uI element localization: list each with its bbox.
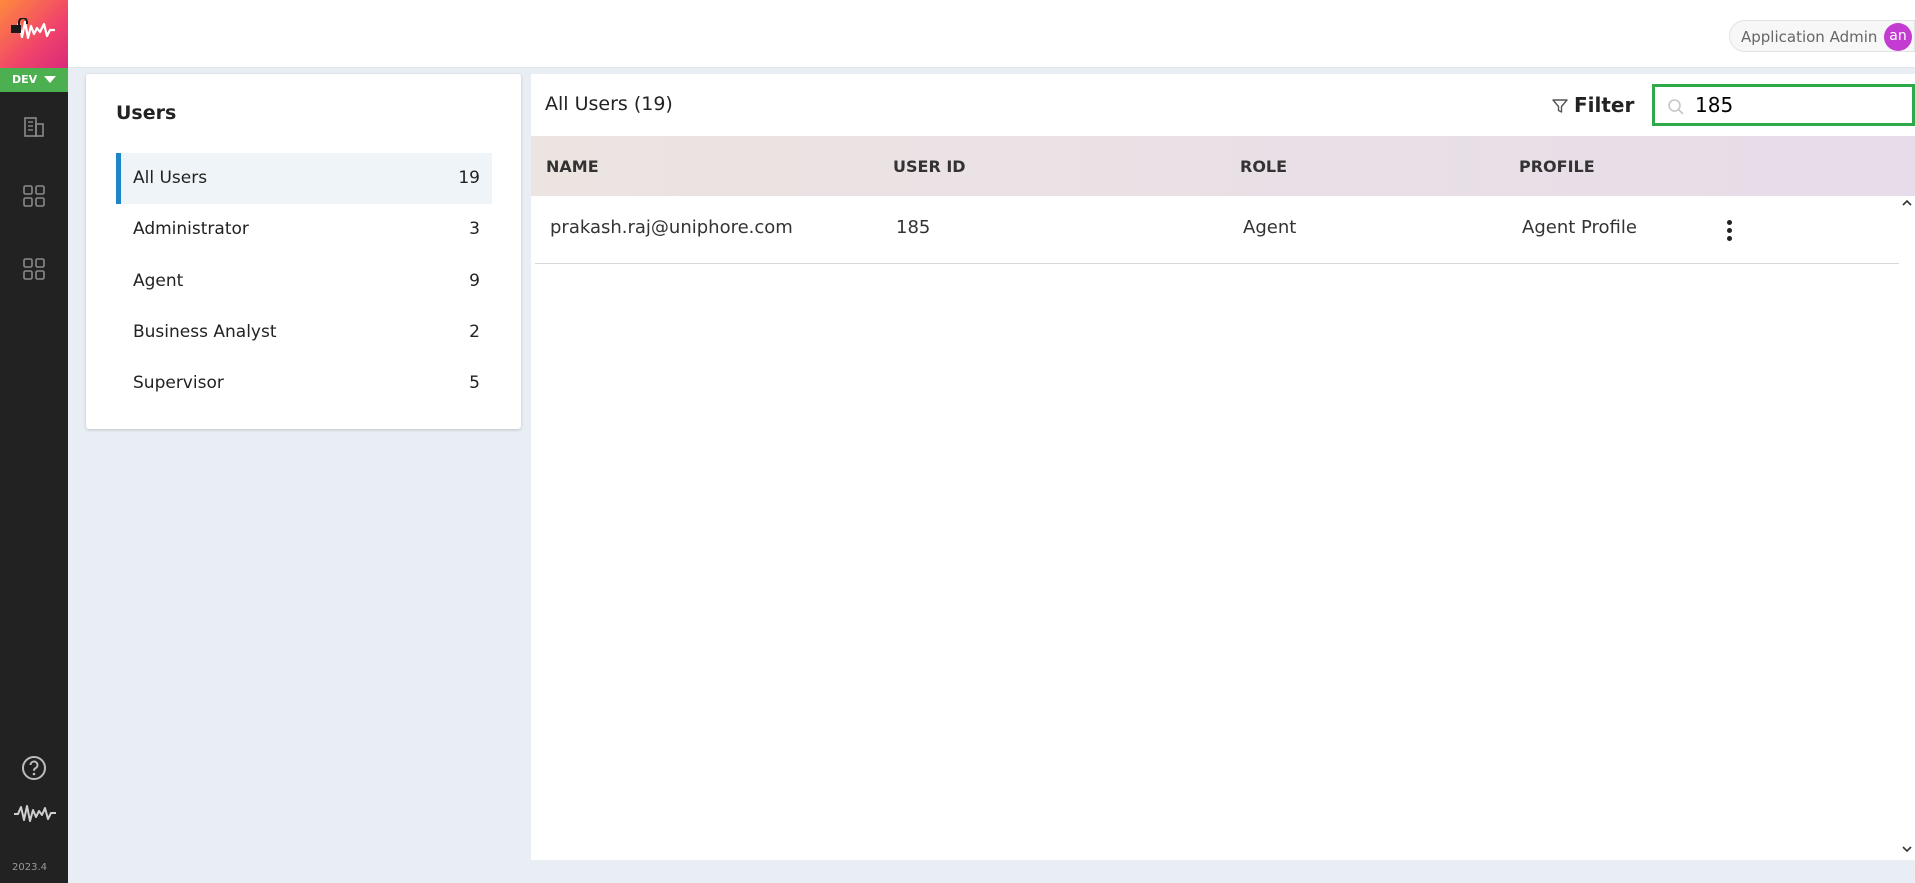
role-count: 5 (469, 373, 480, 393)
role-count: 2 (469, 322, 480, 342)
role-label: Agent (133, 271, 184, 291)
table-header: NAME USER ID ROLE PROFILE (531, 136, 1915, 196)
cell-role: Agent (1243, 217, 1297, 238)
row-actions-menu-icon[interactable] (1725, 220, 1733, 244)
search-icon (1668, 99, 1684, 115)
cell-name: prakash.raj@uniphore.com (550, 217, 793, 238)
scroll-down-icon[interactable] (1901, 844, 1913, 854)
role-item-supervisor[interactable]: Supervisor 5 (116, 358, 492, 409)
panel-title: Users (116, 102, 177, 124)
scroll-up-icon[interactable] (1901, 198, 1913, 208)
users-table-panel: All Users (19) Filter NAME USER ID ROLE … (531, 74, 1915, 860)
role-label: All Users (133, 168, 208, 188)
avatar: an (1884, 23, 1912, 51)
role-item-business-analyst[interactable]: Business Analyst 2 (116, 307, 492, 358)
help-icon[interactable] (21, 755, 47, 781)
user-menu[interactable]: Application Admin an (1729, 20, 1915, 52)
building-icon[interactable] (21, 114, 47, 140)
column-header-user-id[interactable]: USER ID (893, 157, 966, 176)
role-label: Business Analyst (133, 322, 277, 342)
filter-icon (1552, 99, 1568, 113)
role-label: Administrator (133, 219, 249, 239)
unlock-icon (11, 18, 28, 33)
role-item-administrator[interactable]: Administrator 3 (116, 204, 492, 255)
role-count: 3 (469, 219, 480, 239)
caret-down-icon (44, 76, 56, 83)
apps-grid-icon[interactable] (21, 183, 47, 209)
role-item-agent[interactable]: Agent 9 (116, 256, 492, 307)
filter-label: Filter (1574, 93, 1635, 117)
app-version: 2023.4 (12, 862, 47, 873)
column-header-profile[interactable]: PROFILE (1519, 157, 1595, 176)
page-title: All Users (19) (545, 93, 673, 115)
cell-profile: Agent Profile (1522, 217, 1637, 238)
column-header-name[interactable]: NAME (546, 157, 599, 176)
user-name: Application Admin (1741, 28, 1878, 46)
environment-selector[interactable]: DEV (0, 68, 68, 92)
environment-label: DEV (12, 73, 38, 86)
role-label: Supervisor (133, 373, 224, 393)
left-rail: DEV 2023.4 (0, 0, 68, 883)
cell-user-id: 185 (896, 217, 931, 238)
search-box[interactable] (1652, 84, 1915, 126)
apps-grid-icon[interactable] (21, 256, 47, 282)
role-item-all-users[interactable]: All Users 19 (116, 153, 492, 204)
table-row[interactable]: prakash.raj@uniphore.com 185 Agent Agent… (535, 196, 1899, 264)
search-input[interactable] (1695, 92, 1905, 118)
top-bar: Application Admin an (68, 0, 1915, 68)
brand-logo[interactable] (0, 0, 68, 68)
column-header-role[interactable]: ROLE (1240, 157, 1287, 176)
waveform-logo-icon (14, 805, 56, 822)
users-role-panel: Users All Users 19 Administrator 3 Agent… (86, 74, 521, 429)
role-count: 9 (469, 271, 480, 291)
role-count: 19 (458, 168, 480, 188)
